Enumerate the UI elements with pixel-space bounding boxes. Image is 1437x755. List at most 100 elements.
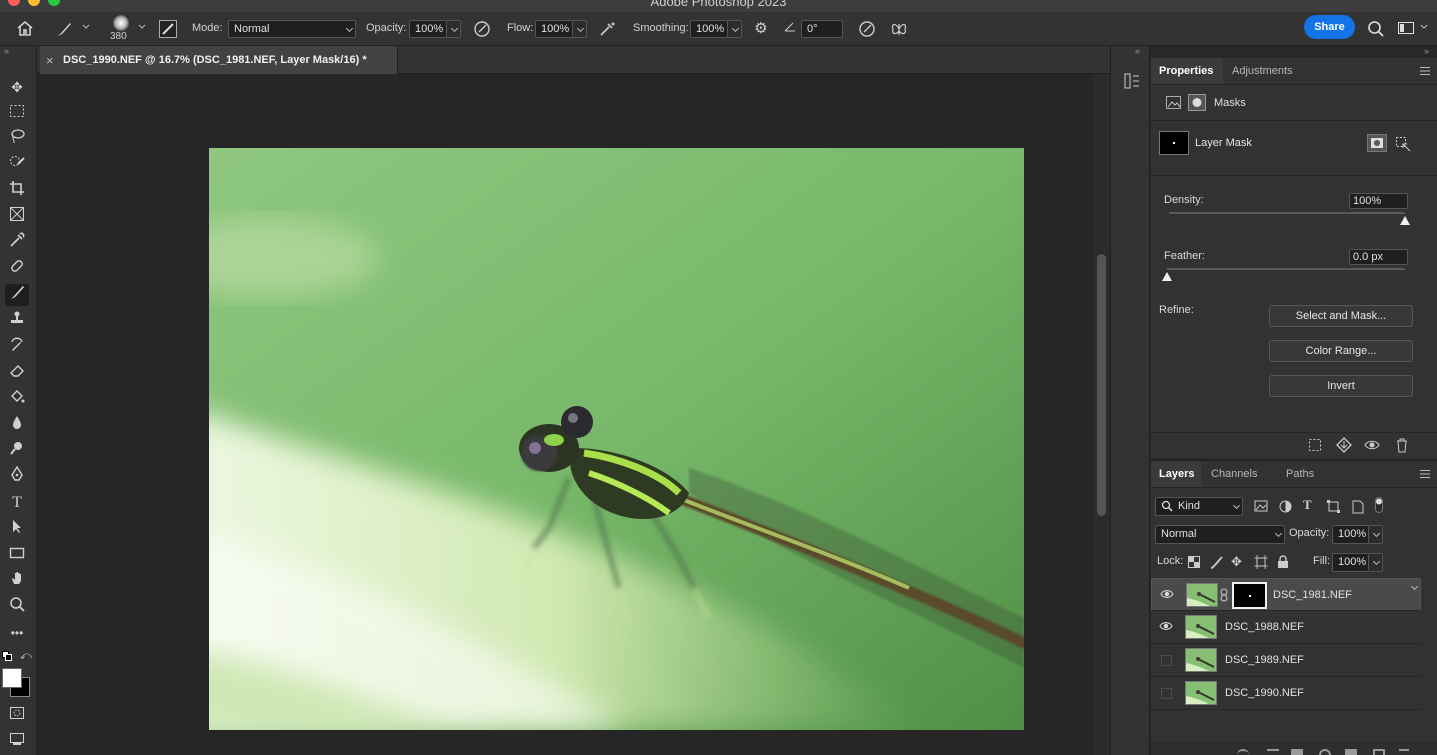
layer-visibility-toggle[interactable] [1161,688,1172,699]
mode-select[interactable]: Normal [228,20,356,38]
layer-mask-icon[interactable] [1188,94,1206,111]
quick-selection-tool-icon[interactable] [5,154,29,176]
document-canvas-image[interactable] [209,148,1024,730]
mask-link-icon[interactable] [1220,588,1228,602]
search-icon[interactable] [1366,20,1386,44]
layer-visibility-eye-icon[interactable] [1160,588,1174,602]
mask-thumbnail[interactable] [1159,131,1189,155]
fill-input[interactable]: 100% [1332,553,1369,572]
density-input[interactable]: 100% [1349,193,1408,209]
crop-tool-icon[interactable] [5,180,29,202]
brush-settings-panel-icon[interactable] [159,20,177,38]
flow-input[interactable]: 100% [535,20,573,38]
swap-colors-icon[interactable]: ⤺ [20,650,32,662]
lock-all-icon[interactable] [1277,555,1289,569]
filter-shape-icon[interactable] [1327,500,1340,513]
lock-image-pixels-icon[interactable] [1210,555,1223,569]
home-icon[interactable] [14,20,36,38]
paint-bucket-tool-icon[interactable] [5,388,29,410]
history-brush-tool-icon[interactable] [5,336,29,358]
layer-row[interactable]: DSC_1990.NEF [1151,677,1421,710]
filter-type-icon[interactable]: T [1303,497,1317,513]
pressure-opacity-icon[interactable] [472,20,492,44]
new-layer-icon[interactable] [1373,749,1385,755]
filter-toggle-icon[interactable] [1375,497,1383,513]
eraser-tool-icon[interactable] [5,362,29,384]
filter-smart-object-icon[interactable] [1351,499,1364,514]
workspace-icon[interactable] [1396,20,1416,42]
layer-opacity-dropdown[interactable] [1369,525,1383,544]
lock-transparent-pixels-icon[interactable] [1188,556,1200,568]
tab-adjustments[interactable]: Adjustments [1224,58,1301,84]
path-selection-tool-icon[interactable] [5,518,29,540]
link-layers-icon[interactable] [1237,749,1249,755]
default-colors-icon[interactable] [2,651,12,661]
share-button[interactable]: Share [1304,15,1355,39]
type-tool-icon[interactable]: T [5,492,29,514]
fx-icon[interactable] [1267,749,1279,755]
dodge-tool-icon[interactable] [5,440,29,462]
density-slider-knob[interactable] [1400,216,1410,225]
select-mask-icon[interactable] [1395,136,1411,152]
brush-preset-icon[interactable] [54,20,74,44]
hand-tool-icon[interactable] [5,570,29,592]
healing-brush-tool-icon[interactable] [5,258,29,280]
filter-pixel-icon[interactable] [1254,500,1268,512]
tab-properties[interactable]: Properties [1151,58,1223,84]
smoothing-input[interactable]: 100% [690,20,728,38]
panel-menu-icon[interactable] [1419,469,1431,479]
quick-mask-icon[interactable] [5,704,29,726]
chevron-down-icon[interactable] [1418,20,1430,38]
rectangle-tool-icon[interactable] [5,544,29,566]
expand-tools-icon[interactable]: » [4,46,9,56]
move-tool-icon[interactable]: ✥ [5,76,29,98]
zoom-tool-icon[interactable] [5,596,29,618]
pen-tool-icon[interactable] [5,465,29,488]
tab-channels[interactable]: Channels [1203,461,1265,487]
eyedropper-tool-icon[interactable] [5,232,29,254]
airbrush-icon[interactable] [597,20,617,44]
feather-slider-track[interactable] [1167,268,1405,270]
chevron-down-icon[interactable] [80,20,92,38]
pressure-size-icon[interactable] [857,20,877,44]
feather-input[interactable]: 0.0 px [1349,249,1408,265]
layer-thumbnail[interactable] [1185,681,1217,705]
layer-thumbnail[interactable] [1186,583,1218,607]
layer-row[interactable]: DSC_1989.NEF [1151,644,1421,677]
layer-opacity-input[interactable]: 100% [1332,525,1369,544]
more-tools-icon[interactable]: ••• [5,622,29,644]
scrollbar-thumb[interactable] [1097,254,1106,516]
density-slider-track[interactable] [1169,212,1405,214]
adjustment-layer-icon[interactable] [1319,749,1331,755]
gear-icon[interactable]: ⚙ [752,20,770,38]
collapse-panels-icon[interactable]: » [1424,46,1429,56]
blur-tool-icon[interactable] [5,414,29,436]
smoothing-dropdown[interactable] [728,20,742,38]
collapse-dock-icon[interactable]: « [1135,46,1140,56]
layer-row[interactable]: DSC_1981.NEF [1151,578,1421,611]
opacity-dropdown[interactable] [447,20,461,38]
foreground-color-swatch[interactable] [2,668,22,688]
select-and-mask-button[interactable]: Select and Mask... [1269,305,1413,327]
symmetry-butterfly-icon[interactable] [889,20,909,44]
close-tab-icon[interactable]: × [46,53,54,68]
marquee-tool-icon[interactable] [5,102,29,124]
layer-row[interactable]: DSC_1988.NEF [1151,611,1421,644]
feather-slider-knob[interactable] [1162,272,1172,281]
invert-button[interactable]: Invert [1269,375,1413,397]
layer-mask-thumbnail[interactable] [1232,582,1267,609]
screen-mode-icon[interactable] [5,730,29,752]
frame-tool-icon[interactable] [5,206,29,228]
flow-dropdown[interactable] [573,20,587,38]
tab-paths[interactable]: Paths [1278,461,1322,487]
lock-artboard-icon[interactable] [1254,555,1268,569]
lock-position-icon[interactable]: ✥ [1231,555,1245,569]
load-selection-icon[interactable] [1308,438,1322,452]
pixel-mask-icon[interactable] [1166,96,1181,109]
clone-stamp-tool-icon[interactable] [5,310,29,332]
eye-icon[interactable] [1364,438,1380,452]
delete-layer-icon[interactable] [1399,749,1409,755]
apply-mask-icon[interactable] [1367,134,1387,152]
tab-layers[interactable]: Layers [1151,461,1201,487]
layer-thumbnail[interactable] [1185,648,1217,672]
